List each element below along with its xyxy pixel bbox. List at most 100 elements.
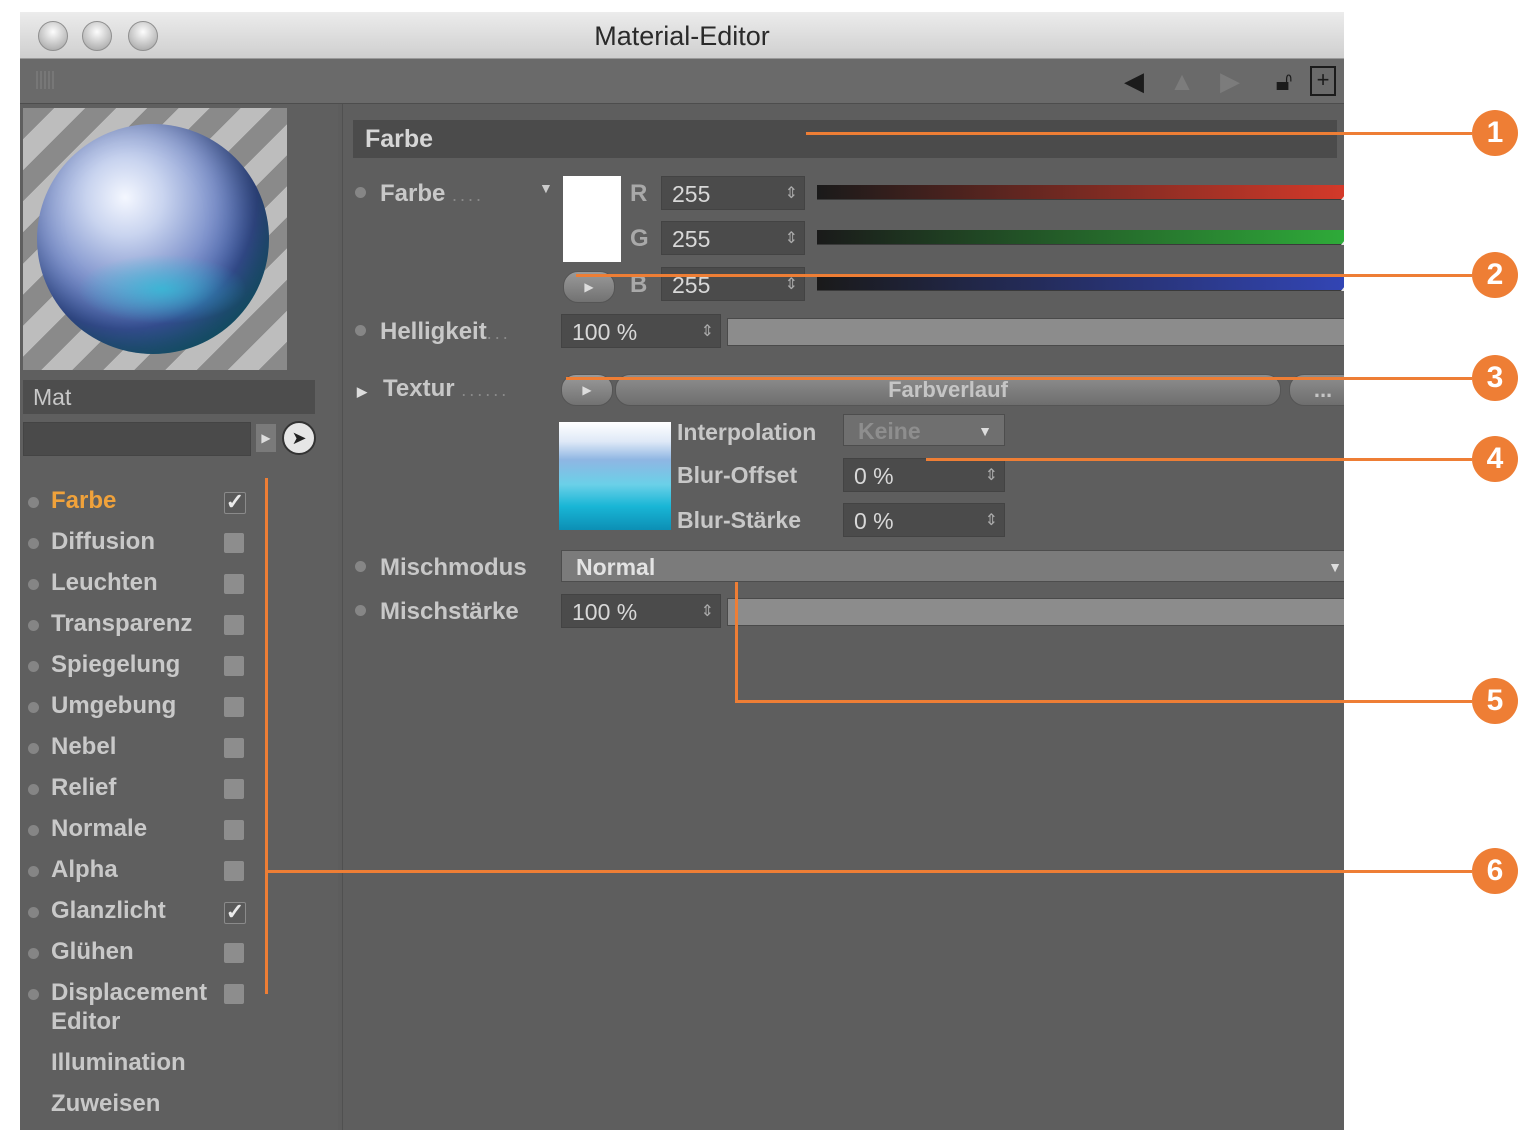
lock-icon[interactable]: 🔓︎	[1270, 67, 1298, 95]
animation-dot-icon[interactable]	[355, 325, 366, 337]
sidebar-item-label: Nebel	[51, 733, 117, 760]
channel-dot-icon	[28, 620, 39, 631]
red-gradient-slider[interactable]	[817, 185, 1344, 200]
channel-checkbox[interactable]	[224, 820, 244, 840]
expand-arrow-icon[interactable]: ▶	[357, 384, 367, 399]
green-gradient-slider[interactable]	[817, 230, 1344, 245]
channel-checkbox[interactable]	[224, 574, 244, 594]
channel-dot-icon	[28, 989, 39, 1000]
sidebar-item-channel[interactable]: Glühen	[20, 934, 260, 972]
up-arrow-icon[interactable]: ▲	[1168, 67, 1196, 95]
channel-filter-field[interactable]	[23, 422, 251, 456]
channel-checkbox[interactable]	[224, 779, 244, 799]
channel-checkbox[interactable]	[224, 984, 244, 1004]
sidebar-item-channel[interactable]: Alpha	[20, 852, 260, 890]
sidebar-item-channel[interactable]: Normale	[20, 811, 260, 849]
sidebar-item-label: Relief	[51, 774, 117, 801]
color-swatch[interactable]	[563, 176, 621, 262]
interpolation-dropdown[interactable]: Keine ▼	[843, 414, 1005, 446]
preview-sphere	[37, 124, 269, 354]
sidebar-item-label: Zuweisen	[51, 1090, 161, 1117]
r-label: R	[630, 180, 648, 207]
channel-dot-icon	[28, 825, 39, 836]
animation-dot-icon[interactable]	[355, 187, 366, 199]
animation-dot-icon[interactable]	[355, 605, 366, 617]
brightness-field[interactable]: 100 % ⇕	[561, 314, 721, 348]
channel-checkbox[interactable]	[224, 615, 244, 635]
channel-checkbox[interactable]	[224, 943, 244, 963]
texture-label: ▶ Textur ......	[357, 375, 510, 402]
dropdown-arrow-icon[interactable]: ▼	[539, 180, 553, 196]
sidebar-item-editor[interactable]: Editor	[20, 1004, 320, 1044]
sidebar-item-channel[interactable]: Relief	[20, 770, 260, 808]
sidebar-item-label: Editor	[51, 1008, 121, 1035]
channel-checkbox[interactable]	[224, 697, 244, 717]
sidebar-item-label: Illumination	[51, 1049, 186, 1076]
channel-dot-icon	[28, 538, 39, 549]
sidebar-item-label: Glühen	[51, 938, 134, 965]
mix-mode-dropdown[interactable]: Normal ▼	[561, 550, 1344, 582]
channel-settings-panel: Farbe Farbe .... ▼ R 255 ⇕ G 255 ⇕ ▶ B 255…	[342, 104, 1344, 1130]
title-bar: Material-Editor	[20, 12, 1344, 59]
channel-dot-icon	[28, 948, 39, 959]
channel-checkbox[interactable]	[224, 656, 244, 676]
sidebar-item-label: Farbe	[51, 487, 117, 514]
window-title: Material-Editor	[594, 21, 770, 51]
channel-checkbox[interactable]	[224, 533, 244, 553]
brightness-slider[interactable]	[727, 318, 1344, 346]
channel-dot-icon	[28, 907, 39, 918]
sidebar-item-illumination[interactable]: Illumination	[20, 1045, 320, 1085]
callout-badge-5: 5	[1472, 678, 1518, 724]
callout-badge-4: 4	[1472, 436, 1518, 482]
sidebar-item-channel[interactable]: Leuchten	[20, 565, 260, 603]
material-preview[interactable]	[23, 108, 287, 370]
channel-checkbox[interactable]: ✓	[224, 901, 246, 924]
mix-strength-slider[interactable]	[727, 598, 1344, 626]
red-value-field[interactable]: 255 ⇕	[661, 176, 805, 210]
channel-checkbox[interactable]: ✓	[224, 491, 246, 514]
callout-badge-3: 3	[1472, 355, 1518, 401]
pointer-icon[interactable]: ➤	[282, 421, 316, 455]
texture-thumbnail[interactable]	[559, 422, 671, 530]
sidebar-item-channel[interactable]: Farbe ✓	[20, 483, 260, 521]
sidebar-item-channel[interactable]: Diffusion	[20, 524, 260, 562]
callout-line-3	[566, 377, 1472, 380]
color-label: Farbe ....	[355, 180, 484, 208]
blue-gradient-slider[interactable]	[817, 276, 1344, 291]
new-panel-icon[interactable]: +	[1310, 66, 1336, 96]
channel-dot-icon	[28, 866, 39, 877]
channel-dot-icon	[28, 743, 39, 754]
blur-offset-field[interactable]: 0 % ⇕	[843, 458, 1005, 492]
sidebar-item-label: Leuchten	[51, 569, 158, 596]
channel-checkbox[interactable]	[224, 861, 244, 881]
blur-strength-label: Blur-Stärke	[677, 507, 801, 533]
channel-dot-icon	[28, 579, 39, 590]
material-name-field[interactable]: Mat	[23, 380, 315, 414]
sidebar-item-channel[interactable]: Glanzlicht ✓	[20, 893, 260, 931]
green-value-field[interactable]: 255 ⇕	[661, 221, 805, 255]
blue-value-field[interactable]: 255 ⇕	[661, 267, 805, 301]
callout-line-2	[576, 274, 1472, 277]
callout-line-6	[265, 870, 1472, 873]
sidebar-item-channel[interactable]: Transparenz	[20, 606, 260, 644]
sidebar-item-zuweisen[interactable]: Zuweisen	[20, 1086, 320, 1126]
interpolation-label: Interpolation	[677, 419, 817, 445]
forward-arrow-icon[interactable]: ▶	[1216, 67, 1244, 95]
callout-badge-1: 1	[1472, 110, 1518, 156]
animation-dot-icon[interactable]	[355, 561, 366, 573]
filter-arrow-icon[interactable]: ▶	[256, 424, 276, 452]
sidebar-item-channel[interactable]: Umgebung	[20, 688, 260, 726]
sidebar-item-label: Displacement	[51, 979, 208, 1006]
back-arrow-icon[interactable]: ◀	[1120, 67, 1148, 95]
callout-badge-6: 6	[1472, 848, 1518, 894]
callout-line-1	[806, 132, 1472, 135]
mix-strength-field[interactable]: 100 % ⇕	[561, 594, 721, 628]
sidebar-item-channel[interactable]: Spiegelung	[20, 647, 260, 685]
sidebar-item-label: Normale	[51, 815, 148, 842]
channel-checkbox[interactable]	[224, 738, 244, 758]
blur-strength-field[interactable]: 0 % ⇕	[843, 503, 1005, 537]
sidebar-item-channel[interactable]: Nebel	[20, 729, 260, 767]
g-label: G	[630, 225, 649, 252]
sidebar-item-label: Spiegelung	[51, 651, 181, 678]
sidebar-item-label: Alpha	[51, 856, 118, 883]
